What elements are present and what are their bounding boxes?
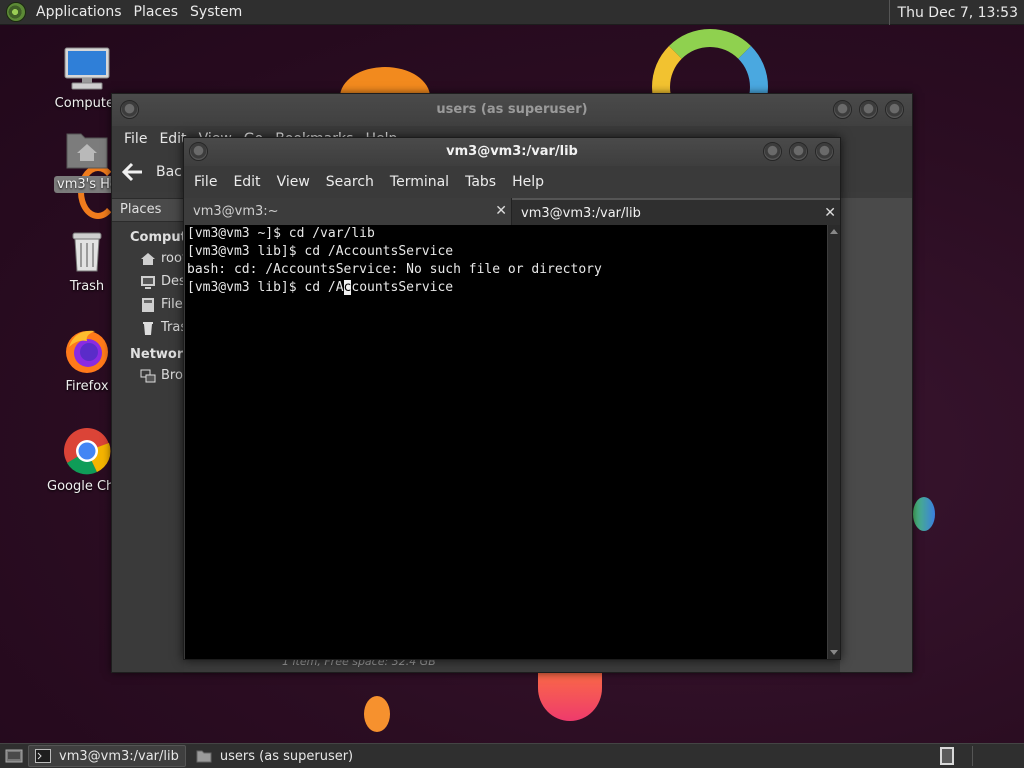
menu-file[interactable]: File bbox=[118, 131, 153, 147]
window-menu-button[interactable] bbox=[189, 142, 208, 161]
firefox-icon bbox=[66, 330, 108, 373]
clock-applet[interactable]: Thu Dec 7, 13:53 bbox=[888, 0, 1024, 25]
network-icon bbox=[140, 369, 156, 382]
close-tab-icon[interactable]: ✕ bbox=[824, 200, 836, 227]
minimize-button[interactable] bbox=[763, 142, 782, 161]
terminal-line: [vm3@vm3 ~]$ cd /var/lib bbox=[187, 226, 375, 241]
clock[interactable]: Thu Dec 7, 13:53 bbox=[898, 5, 1018, 21]
sidebar-section-computer: Computer bbox=[130, 230, 203, 245]
maximize-button[interactable] bbox=[859, 100, 878, 119]
drive-icon bbox=[142, 297, 154, 312]
sidebar-section-network: Network bbox=[130, 347, 192, 362]
sidebar-item-filesystem[interactable]: File System bbox=[112, 293, 235, 316]
terminal-line: bash: cd: /AccountsService: No such file… bbox=[187, 262, 602, 277]
window-title: vm3@vm3:/var/lib bbox=[446, 144, 578, 159]
menu-view[interactable]: View bbox=[269, 174, 318, 190]
places-header[interactable]: Places bbox=[112, 198, 184, 222]
show-desktop-icon[interactable] bbox=[4, 746, 24, 766]
workspace-switcher[interactable] bbox=[940, 747, 954, 765]
menu-help[interactable]: Help bbox=[504, 174, 552, 190]
close-tab-icon[interactable]: ✕ bbox=[495, 198, 507, 225]
terminal-output[interactable]: [vm3@vm3 ~]$ cd /var/lib [vm3@vm3 lib]$ … bbox=[185, 225, 827, 659]
file-manager-content-area[interactable] bbox=[840, 198, 912, 672]
trash-icon bbox=[72, 232, 102, 272]
prompt-text-rest: countsService bbox=[351, 280, 454, 295]
sidebar-item-desktop[interactable]: Desktop bbox=[112, 270, 215, 293]
computer-icon bbox=[64, 47, 110, 90]
system-menu[interactable]: System bbox=[184, 0, 248, 25]
terminal-scrollbar[interactable] bbox=[827, 225, 840, 659]
tab-home[interactable]: vm3@vm3:~ ✕ bbox=[184, 198, 512, 225]
prompt-text: [vm3@vm3 lib]$ cd /A bbox=[187, 280, 344, 295]
folder-icon bbox=[196, 750, 212, 763]
wallpaper-small-blob bbox=[364, 696, 390, 732]
terminal-icon bbox=[35, 749, 51, 763]
terminal-titlebar[interactable]: vm3@vm3:/var/lib bbox=[184, 138, 840, 166]
tab-label: vm3@vm3:~ bbox=[193, 204, 279, 219]
trash-icon bbox=[143, 321, 153, 335]
menu-file[interactable]: File bbox=[186, 174, 225, 190]
terminal-line: [vm3@vm3 lib]$ cd /AccountsService bbox=[187, 244, 454, 259]
places-menu[interactable]: Places bbox=[128, 0, 185, 25]
menu-search[interactable]: Search bbox=[318, 174, 382, 190]
sidebar-item-trash[interactable]: Trash bbox=[112, 316, 195, 339]
top-panel: Applications Places System Thu Dec 7, 13… bbox=[0, 0, 1024, 25]
window-title: users (as superuser) bbox=[436, 102, 588, 117]
close-button[interactable] bbox=[815, 142, 834, 161]
sidebar-item-root[interactable]: root bbox=[112, 247, 187, 270]
mate-logo-icon[interactable] bbox=[6, 2, 26, 22]
scroll-up-icon[interactable] bbox=[830, 229, 838, 234]
tab-label: vm3@vm3:/var/lib bbox=[521, 206, 641, 221]
scroll-down-icon[interactable] bbox=[830, 650, 838, 655]
desktop-icon-label: Google Chrome bbox=[47, 479, 111, 494]
back-button[interactable]: Back bbox=[122, 162, 190, 182]
home-folder-icon bbox=[66, 133, 108, 169]
wallpaper-blue-blob bbox=[913, 497, 935, 531]
bottom-panel: vm3@vm3:/var/lib users (as superuser) bbox=[0, 743, 1024, 768]
taskbar-item-label: vm3@vm3:/var/lib bbox=[59, 748, 179, 764]
applications-menu[interactable]: Applications bbox=[30, 0, 128, 25]
window-menu-button[interactable] bbox=[120, 100, 139, 119]
home-icon bbox=[141, 252, 155, 265]
file-manager-titlebar[interactable]: users (as superuser) bbox=[112, 94, 912, 126]
sidebar-item-browse-network[interactable]: Browse Network bbox=[112, 364, 267, 387]
menu-tabs[interactable]: Tabs bbox=[457, 174, 504, 190]
menu-terminal[interactable]: Terminal bbox=[382, 174, 457, 190]
chrome-icon bbox=[64, 428, 111, 475]
terminal-prompt-line: [vm3@vm3 lib]$ cd /AccountsService bbox=[185, 279, 827, 297]
minimize-button[interactable] bbox=[833, 100, 852, 119]
desktop-icon bbox=[141, 275, 155, 289]
maximize-button[interactable] bbox=[789, 142, 808, 161]
back-arrow-icon bbox=[122, 162, 142, 182]
file-manager-sidebar: Places Computer root Desktop File System… bbox=[112, 198, 267, 672]
terminal-window[interactable]: vm3@vm3:/var/lib File Edit View Search T… bbox=[183, 137, 841, 660]
tab-var-lib[interactable]: vm3@vm3:/var/lib ✕ bbox=[512, 198, 840, 225]
taskbar-item-terminal[interactable]: vm3@vm3:/var/lib bbox=[28, 745, 186, 767]
close-button[interactable] bbox=[885, 100, 904, 119]
terminal-menubar: File Edit View Search Terminal Tabs Help bbox=[184, 166, 840, 198]
panel-separator bbox=[972, 746, 1024, 766]
taskbar-item-file-manager[interactable]: users (as superuser) bbox=[190, 745, 359, 767]
terminal-tab-bar: vm3@vm3:~ ✕ vm3@vm3:/var/lib ✕ bbox=[184, 198, 840, 225]
taskbar-item-label: users (as superuser) bbox=[219, 748, 354, 764]
menu-edit[interactable]: Edit bbox=[225, 174, 268, 190]
